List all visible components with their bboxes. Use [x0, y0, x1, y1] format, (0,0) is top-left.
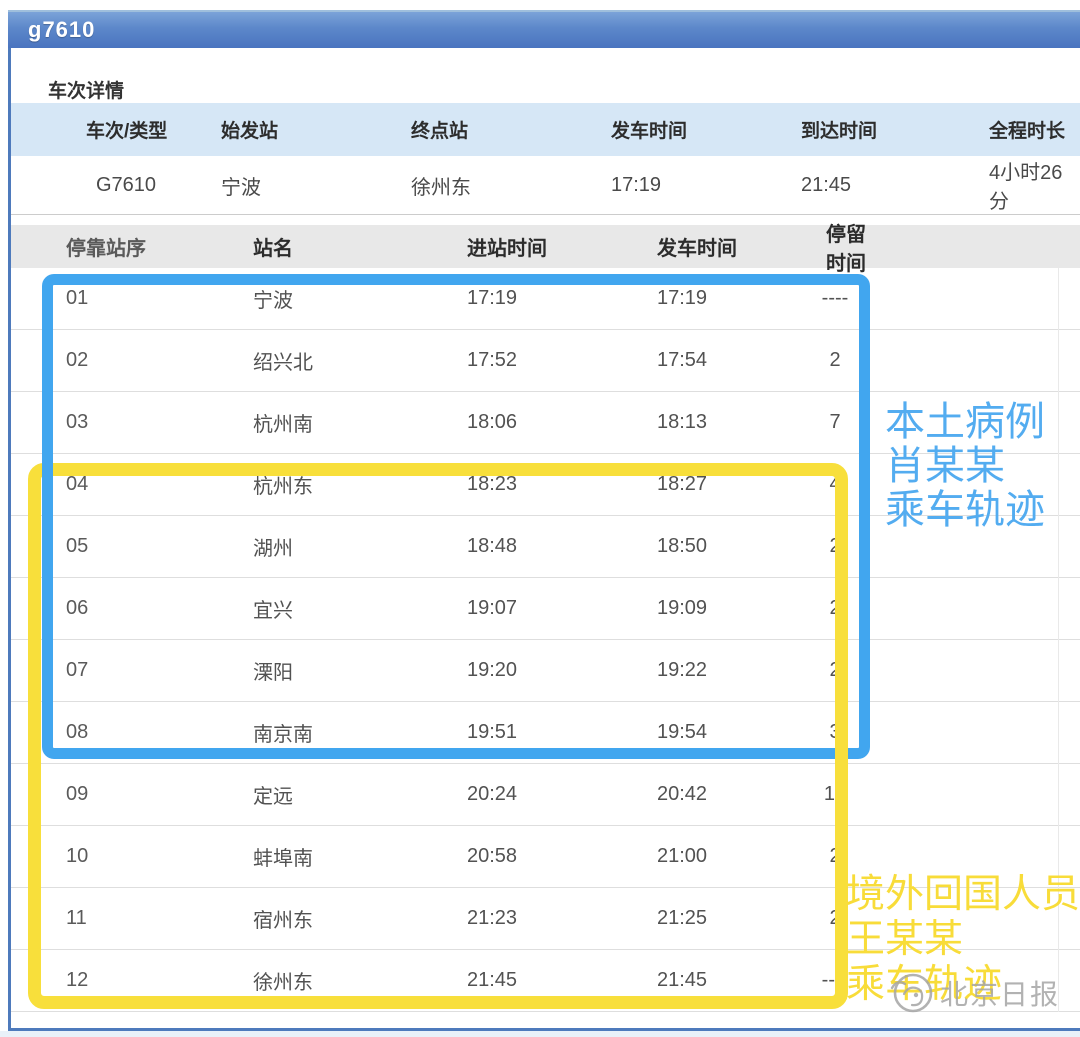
header-duration: 全程时长 — [981, 116, 1080, 143]
local-case-annotation: 本土病例 肖某某 乘车轨迹 — [885, 400, 1045, 532]
header-departure-time: 发车时间 — [600, 232, 790, 261]
watermark: 北京日报 — [886, 968, 1060, 1018]
page-background-strip — [0, 1031, 1080, 1037]
train-table-header: 车次/类型 始发站 终点站 发车时间 到达时间 全程时长 — [11, 103, 1080, 156]
annotation-line: 本土病例 — [885, 400, 1045, 444]
yellow-over-blue-crossing — [835, 746, 848, 761]
annotation-line: 肖某某 — [885, 444, 1045, 488]
annotation-line: 乘车轨迹 — [885, 488, 1045, 532]
header-station-name: 站名 — [196, 232, 410, 261]
origin-cell: 宁波 — [201, 171, 396, 200]
annotation-line: 境外回国人员 — [846, 872, 1080, 917]
page-title: g7610 — [8, 17, 95, 43]
arrive-time-cell: 21:45 — [786, 174, 981, 197]
header-train-type: 车次/类型 — [11, 116, 201, 143]
train-detail-page: g7610 车次详情 车次/类型 始发站 终点站 发车时间 到达时间 全程时长 … — [0, 0, 1080, 1037]
train-number-cell: G7610 — [11, 174, 201, 197]
watermark-text: 北京日报 — [940, 973, 1060, 1013]
header-arrival-time: 进站时间 — [410, 232, 600, 261]
blue-highlight-box — [42, 274, 870, 759]
section-title: 车次详情 — [48, 76, 124, 103]
terminus-cell: 徐州东 — [396, 171, 591, 200]
header-stop-duration: 停留时间 — [790, 218, 880, 276]
beijing-daily-logo-icon — [886, 968, 936, 1018]
header-arrive-time: 到达时间 — [786, 116, 981, 143]
header-depart-time: 发车时间 — [591, 116, 786, 143]
header-origin: 始发站 — [201, 116, 396, 143]
title-bar: g7610 — [8, 10, 1080, 48]
duration-cell: 4小时26分 — [981, 156, 1080, 214]
depart-time-cell: 17:19 — [591, 174, 786, 197]
train-table-row: G7610 宁波 徐州东 17:19 21:45 4小时26分 — [11, 156, 1080, 215]
header-stop-order: 停靠站序 — [11, 232, 196, 261]
annotation-line: 王某某 — [846, 917, 1080, 962]
header-terminus: 终点站 — [396, 116, 591, 143]
stops-table-header: 停靠站序 站名 进站时间 发车时间 停留时间 — [11, 225, 1080, 268]
